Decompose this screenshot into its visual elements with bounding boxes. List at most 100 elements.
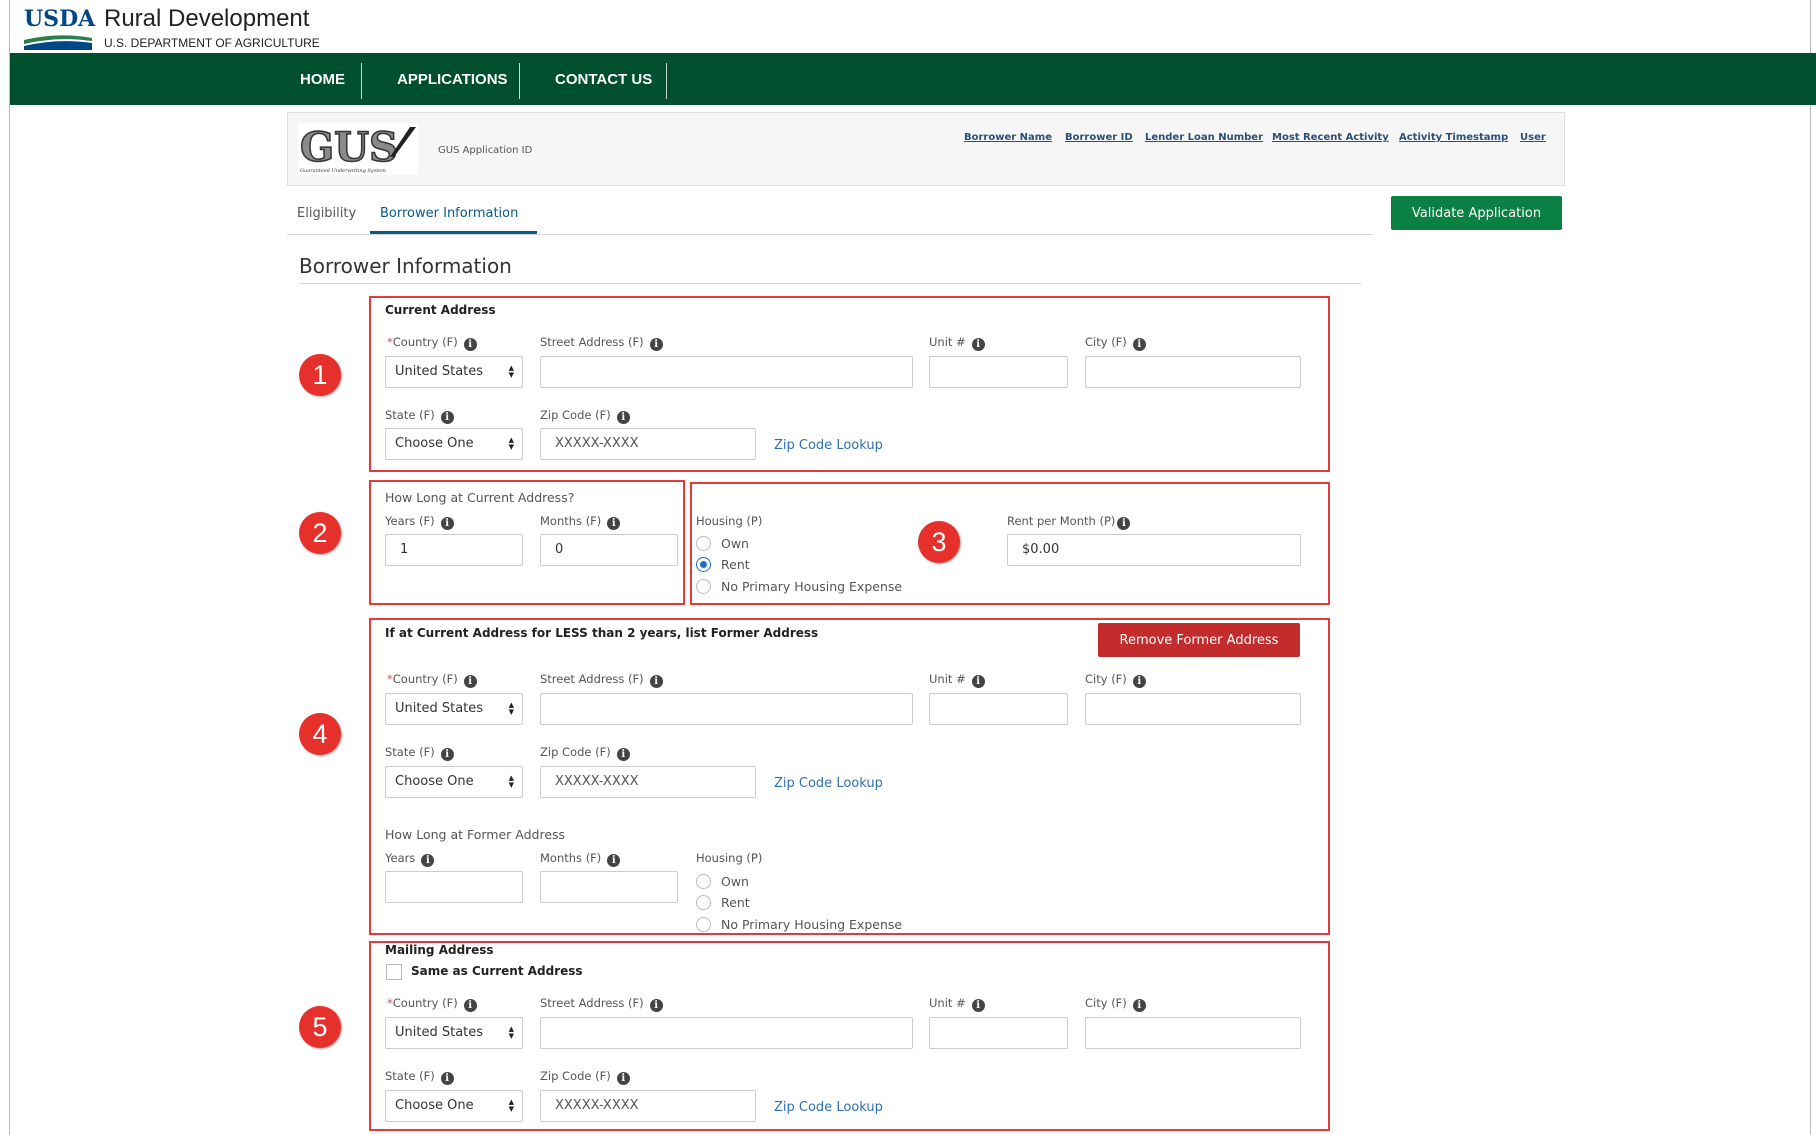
country-label: *Country (F) i <box>387 996 477 1012</box>
select-arrows-icon: ▲ ▼ <box>508 436 514 451</box>
nav-divider <box>519 63 520 99</box>
former-city-input[interactable] <box>1085 693 1301 725</box>
current-state-select[interactable]: Choose One ▲ ▼ <box>385 428 523 460</box>
former-housing-rent-radio[interactable]: Rent <box>696 894 750 912</box>
info-icon: i <box>440 411 454 424</box>
former-months-input[interactable] <box>540 871 678 903</box>
former-zip-input[interactable]: XXXXX-XXXX <box>540 766 756 798</box>
rent-per-month-input[interactable]: $0.00 <box>1007 534 1301 566</box>
months-label: Months (F) i <box>540 514 621 530</box>
link-borrower-id[interactable]: Borrower ID <box>1065 132 1133 143</box>
housing-label: Housing (P) <box>696 851 763 865</box>
annotation-badge-2: 2 <box>299 512 341 554</box>
mailing-unit-input[interactable] <box>929 1017 1068 1049</box>
current-zip-lookup-link[interactable]: Zip Code Lookup <box>774 438 883 453</box>
state-label: State (F) i <box>385 1069 454 1085</box>
city-label: City (F) i <box>1085 672 1146 688</box>
gus-logo-text: GUS <box>300 124 398 171</box>
info-icon: i <box>440 1072 454 1085</box>
select-arrows-icon: ▲ ▼ <box>508 701 514 716</box>
unit-label: Unit # i <box>929 996 985 1012</box>
info-icon: i <box>649 999 663 1012</box>
state-label: State (F) i <box>385 745 454 761</box>
radio-icon <box>696 895 711 910</box>
former-housing-none-radio[interactable]: No Primary Housing Expense <box>696 916 902 934</box>
info-icon: i <box>971 999 985 1012</box>
current-months-input[interactable]: 0 <box>540 534 678 566</box>
same-as-current-label: Same as Current Address <box>411 964 583 978</box>
info-icon: i <box>616 1072 630 1085</box>
tab-eligibility[interactable]: Eligibility <box>297 206 356 221</box>
housing-rent-radio[interactable]: Rent <box>696 556 750 574</box>
link-user[interactable]: User <box>1520 132 1546 143</box>
validate-application-button[interactable]: Validate Application <box>1391 196 1562 230</box>
info-icon: i <box>607 854 621 867</box>
nav-divider <box>666 63 667 99</box>
current-unit-input[interactable] <box>929 356 1068 388</box>
page-title: Borrower Information <box>299 254 512 278</box>
how-long-current-heading: How Long at Current Address? <box>385 490 575 505</box>
former-state-select[interactable]: Choose One ▲ ▼ <box>385 766 523 798</box>
info-icon: i <box>1132 675 1146 688</box>
nav-contact-us[interactable]: CONTACT US <box>532 53 675 105</box>
years-label: Years (F) i <box>385 514 454 530</box>
street-address-label: Street Address (F) i <box>540 335 663 351</box>
mailing-street-input[interactable] <box>540 1017 913 1049</box>
country-label: *Country (F) i <box>387 672 477 688</box>
info-icon: i <box>649 675 663 688</box>
annotation-badge-4: 4 <box>299 713 341 755</box>
info-icon: i <box>440 748 454 761</box>
radio-selected-icon <box>696 557 711 572</box>
tab-borrower-information[interactable]: Borrower Information <box>380 206 518 221</box>
nav-home[interactable]: HOME <box>277 53 368 105</box>
link-borrower-name[interactable]: Borrower Name <box>964 132 1052 143</box>
mailing-zip-input[interactable]: XXXXX-XXXX <box>540 1090 756 1122</box>
info-icon: i <box>421 854 435 867</box>
former-housing-own-radio[interactable]: Own <box>696 873 749 891</box>
former-country-select[interactable]: United States ▲ ▼ <box>385 693 523 725</box>
current-street-input[interactable] <box>540 356 913 388</box>
mailing-zip-lookup-link[interactable]: Zip Code Lookup <box>774 1100 883 1115</box>
same-as-current-checkbox[interactable] <box>386 964 402 980</box>
annotation-badge-3: 3 <box>918 521 960 563</box>
mailing-city-input[interactable] <box>1085 1017 1301 1049</box>
remove-former-address-button[interactable]: Remove Former Address <box>1098 623 1300 657</box>
former-years-input[interactable] <box>385 871 523 903</box>
info-icon: i <box>1132 338 1146 351</box>
housing-none-radio[interactable]: No Primary Housing Expense <box>696 578 902 596</box>
housing-own-radio[interactable]: Own <box>696 535 749 553</box>
usda-wordmark: USDA <box>24 6 96 32</box>
mailing-state-select[interactable]: Choose One ▲ ▼ <box>385 1090 523 1122</box>
usda-swoosh-icon <box>24 35 92 50</box>
gus-app-id-label: GUS Application ID <box>438 145 533 156</box>
info-icon: i <box>649 338 663 351</box>
current-country-select[interactable]: United States ▲ ▼ <box>385 356 523 388</box>
country-label: *Country (F) i <box>387 335 477 351</box>
link-most-recent-activity[interactable]: Most Recent Activity <box>1272 132 1389 143</box>
state-label: State (F) i <box>385 408 454 424</box>
info-icon: i <box>463 999 477 1012</box>
current-city-input[interactable] <box>1085 356 1301 388</box>
select-arrows-icon: ▲ ▼ <box>508 364 514 379</box>
select-arrows-icon: ▲ ▼ <box>508 1098 514 1113</box>
info-icon: i <box>463 675 477 688</box>
street-address-label: Street Address (F) i <box>540 672 663 688</box>
former-zip-lookup-link[interactable]: Zip Code Lookup <box>774 776 883 791</box>
info-icon: i <box>1117 517 1131 530</box>
current-zip-input[interactable]: XXXXX-XXXX <box>540 428 756 460</box>
mailing-country-select[interactable]: United States ▲ ▼ <box>385 1017 523 1049</box>
former-unit-input[interactable] <box>929 693 1068 725</box>
city-label: City (F) i <box>1085 996 1146 1012</box>
link-lender-loan-number[interactable]: Lender Loan Number <box>1145 132 1263 143</box>
current-years-input[interactable]: 1 <box>385 534 523 566</box>
agency-subtitle: U.S. DEPARTMENT OF AGRICULTURE <box>104 36 320 50</box>
months-label: Months (F) i <box>540 851 621 867</box>
unit-label: Unit # i <box>929 672 985 688</box>
info-icon: i <box>971 338 985 351</box>
former-street-input[interactable] <box>540 693 913 725</box>
nav-applications[interactable]: APPLICATIONS <box>374 53 531 105</box>
link-activity-timestamp[interactable]: Activity Timestamp <box>1399 132 1508 143</box>
title-divider <box>299 283 1361 284</box>
housing-label: Housing (P) <box>696 514 763 528</box>
street-address-label: Street Address (F) i <box>540 996 663 1012</box>
